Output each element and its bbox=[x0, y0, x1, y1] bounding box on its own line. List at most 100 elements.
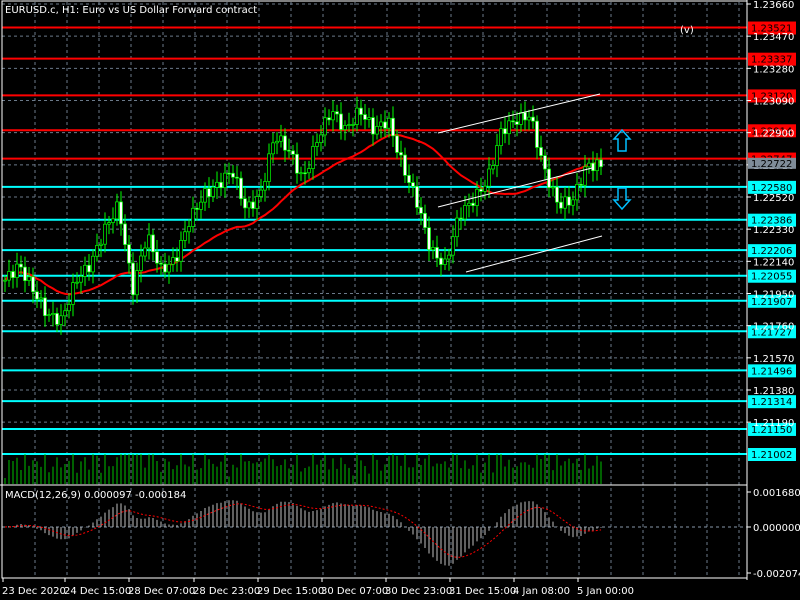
trend-line-lower[interactable] bbox=[465, 235, 603, 273]
candle-body bbox=[151, 234, 155, 253]
candle-body bbox=[371, 117, 375, 135]
candle-body bbox=[419, 207, 423, 214]
candle-body bbox=[267, 153, 271, 182]
candle-body bbox=[191, 207, 195, 227]
price-tick-label: 1.21570 bbox=[753, 354, 794, 365]
price-tick-label: 1.23470 bbox=[753, 32, 794, 43]
candle-body bbox=[263, 181, 267, 191]
time-tick-label: 24 Dec 15:00 bbox=[64, 586, 131, 597]
time-tick-label: 31 Dec 15:00 bbox=[449, 586, 516, 597]
candle-body bbox=[423, 212, 427, 229]
candle-body bbox=[355, 107, 359, 125]
candle-body bbox=[167, 263, 171, 273]
time-tick-label: 4 Jan 08:00 bbox=[513, 586, 570, 597]
candle-body bbox=[507, 120, 511, 135]
candle-body bbox=[287, 149, 291, 152]
level-price-label: 1.21002 bbox=[751, 450, 792, 461]
candle-body bbox=[131, 262, 135, 296]
candle-body bbox=[359, 107, 363, 115]
macd-signal-line bbox=[4, 503, 602, 558]
candle-body bbox=[455, 217, 459, 238]
candle-body bbox=[599, 159, 603, 168]
candle-body bbox=[519, 112, 523, 125]
trend-line-upper[interactable] bbox=[437, 93, 601, 134]
price-tick-label: 1.22520 bbox=[753, 193, 794, 204]
candle-body bbox=[319, 134, 323, 143]
candle-body bbox=[243, 198, 247, 209]
candle-body bbox=[595, 159, 599, 172]
arrow-down-icon[interactable] bbox=[612, 187, 632, 211]
candle-body bbox=[467, 202, 471, 206]
candle-body bbox=[227, 172, 231, 175]
candle-body bbox=[39, 297, 43, 300]
candle-body bbox=[71, 282, 75, 305]
candle-body bbox=[127, 244, 131, 264]
level-price-label: 1.22206 bbox=[751, 246, 792, 257]
trading-chart[interactable]: 1.235211.233371.231201.229141.227471.225… bbox=[0, 0, 800, 600]
candle-body bbox=[255, 196, 259, 209]
mode-indicator: (v) bbox=[680, 25, 694, 36]
candle-body bbox=[27, 276, 31, 281]
time-tick-label: 29 Dec 15:00 bbox=[257, 586, 324, 597]
macd-panel bbox=[2, 500, 747, 566]
volume-bars bbox=[4, 454, 602, 484]
macd-tick-label: 0.000000 bbox=[753, 523, 800, 534]
candle-body bbox=[487, 168, 491, 187]
candle-body bbox=[563, 196, 567, 209]
candle-body bbox=[203, 188, 207, 203]
candle-body bbox=[479, 188, 483, 192]
candle-body bbox=[251, 201, 255, 209]
candle-body bbox=[299, 172, 303, 175]
candle-body bbox=[55, 313, 59, 325]
candle-body bbox=[231, 172, 235, 178]
candle-body bbox=[139, 255, 143, 271]
price-axis[interactable]: 1.23660 1.23470 1.23280 1.23090 1.22900 1.227… bbox=[747, 0, 800, 580]
candle-body bbox=[543, 155, 547, 170]
candle-body bbox=[471, 202, 475, 206]
candle-body bbox=[447, 254, 451, 260]
candle-body bbox=[551, 186, 555, 189]
chart-title: EURUSD.c, H1: Euro vs US Dollar Forward … bbox=[5, 5, 257, 16]
candle-body bbox=[531, 116, 535, 122]
candle-body bbox=[387, 117, 391, 129]
time-tick-label: 30 Dec 23:00 bbox=[385, 586, 452, 597]
candle-body bbox=[347, 124, 351, 126]
time-tick-label: 28 Dec 07:00 bbox=[128, 586, 195, 597]
time-axis[interactable]: 23 Dec 202024 Dec 15:0028 Dec 07:0028 De… bbox=[2, 578, 634, 597]
candle-body bbox=[283, 135, 287, 151]
candle-body bbox=[23, 266, 27, 281]
candle-body bbox=[75, 281, 79, 284]
price-tick-label: 1.23280 bbox=[753, 64, 794, 75]
candle-body bbox=[591, 162, 595, 172]
candle-body bbox=[307, 168, 311, 174]
candle-body bbox=[91, 255, 95, 273]
candle-body bbox=[559, 201, 563, 209]
candle-body bbox=[539, 147, 543, 156]
candle-body bbox=[187, 226, 191, 233]
candle-body bbox=[163, 263, 167, 273]
candle-body bbox=[87, 264, 91, 273]
candle-body bbox=[7, 271, 11, 281]
candle-body bbox=[11, 271, 15, 278]
candle-body bbox=[575, 184, 579, 201]
candle-body bbox=[235, 176, 239, 179]
candle-body bbox=[159, 262, 163, 265]
macd-tick-label: 0.001680 bbox=[753, 488, 800, 499]
price-tick-label: 1.23090 bbox=[753, 97, 794, 108]
candle-body bbox=[327, 117, 331, 121]
macd-label: MACD(12,26,9) 0.000097 -0.000184 bbox=[5, 490, 186, 501]
candle-body bbox=[115, 201, 119, 220]
candle-body bbox=[171, 257, 175, 265]
candle-body bbox=[99, 243, 103, 246]
candle-body bbox=[259, 189, 263, 197]
candle-body bbox=[495, 145, 499, 166]
time-tick-label: 5 Jan 00:00 bbox=[577, 586, 634, 597]
price-levels[interactable]: 1.235211.233371.231201.229141.227471.225… bbox=[2, 21, 796, 461]
candle-body bbox=[555, 186, 559, 203]
candle-body bbox=[463, 205, 467, 220]
candle-body bbox=[211, 186, 215, 197]
candle-body bbox=[383, 121, 387, 129]
time-tick-label: 30 Dec 07:00 bbox=[321, 586, 388, 597]
candle-body bbox=[363, 114, 367, 120]
candle-body bbox=[35, 291, 39, 300]
